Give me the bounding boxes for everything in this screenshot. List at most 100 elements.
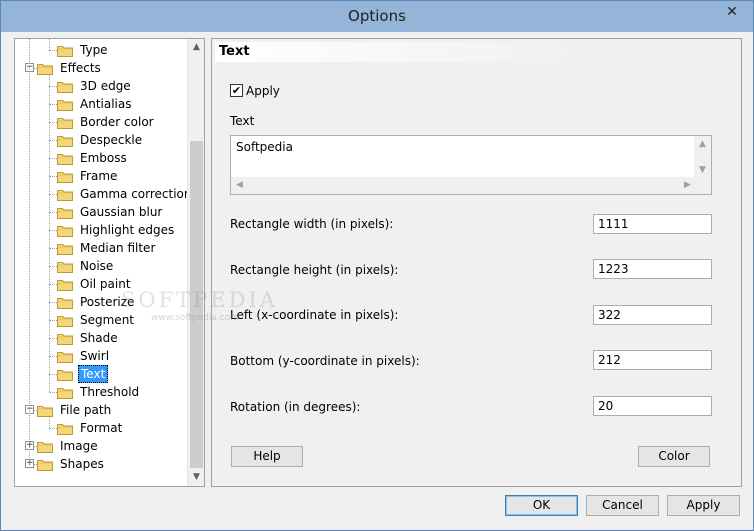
tree-scrollbar[interactable]: ▲ ▼: [187, 39, 204, 486]
tree-connector: [49, 140, 57, 141]
tree-item-label: Noise: [80, 259, 114, 273]
tree-list: Type − Effects 3D edge Antialias Border color…: [15, 39, 187, 486]
tree-item-label: Type: [80, 43, 108, 57]
tree-item-label: Gamma correction: [80, 187, 187, 201]
color-button[interactable]: Color: [638, 446, 710, 467]
tree-item-label: Threshold: [80, 385, 140, 399]
window-title: Options: [348, 7, 406, 25]
folder-icon: [57, 170, 73, 183]
tree-item-label: Border color: [80, 115, 154, 129]
folder-icon: [57, 188, 73, 201]
tree-connector: [49, 338, 57, 339]
scroll-up-icon[interactable]: ▲: [188, 39, 205, 56]
folder-icon: [57, 278, 73, 291]
tree-connector: [49, 428, 57, 429]
bottom-coordinate-label: Bottom (y-coordinate in pixels):: [230, 354, 420, 368]
rect-width-label: Rectangle width (in pixels):: [230, 217, 394, 231]
watermark-text: SOFTPEDIA: [121, 288, 278, 312]
folder-icon: [57, 422, 73, 435]
folder-icon: [57, 98, 73, 111]
tree-connector: [49, 248, 57, 249]
tree-connector: [49, 194, 57, 195]
tree-item-label: Antialias: [80, 97, 132, 111]
options-tree: Type − Effects 3D edge Antialias Border color…: [14, 38, 205, 487]
text-input[interactable]: Softpedia ▲ ▼ ◀ ▶: [230, 135, 712, 195]
panel-header: Text: [215, 42, 738, 62]
help-button[interactable]: Help: [231, 446, 303, 467]
text-input-value: Softpedia: [236, 140, 293, 154]
folder-icon: [37, 404, 53, 417]
folder-icon: [57, 134, 73, 147]
folder-icon: [37, 440, 53, 453]
tree-item-label: Swirl: [80, 349, 110, 363]
folder-icon: [57, 368, 73, 381]
tree-connector: [49, 104, 57, 105]
tree-item-label: Shade: [80, 331, 118, 345]
left-coordinate-input[interactable]: 322: [593, 305, 712, 325]
folder-icon: [57, 152, 73, 165]
rect-width-input[interactable]: 1111: [593, 214, 712, 234]
text-horizontal-scrollbar[interactable]: ◀ ▶: [231, 177, 696, 194]
close-button[interactable]: ✕: [717, 1, 747, 23]
rotation-input[interactable]: 20: [593, 396, 712, 416]
text-scroll-left-icon[interactable]: ◀: [231, 177, 248, 194]
tree-connector: [49, 39, 50, 50]
folder-icon: [57, 242, 73, 255]
tree-connector: [49, 86, 57, 87]
tree-item-label: Median filter: [80, 241, 156, 255]
title-bar[interactable]: Options ✕: [1, 1, 753, 32]
folder-icon: [37, 458, 53, 471]
apply-checkbox[interactable]: ✔: [230, 84, 243, 97]
ok-button[interactable]: OK: [505, 495, 578, 516]
rotation-label: Rotation (in degrees):: [230, 400, 361, 414]
tree-item-label: Despeckle: [80, 133, 143, 147]
options-window: Options ✕ Type − Effects 3D edge Antialias Bo…: [0, 0, 754, 531]
tree-connector: [49, 176, 57, 177]
folder-icon: [57, 116, 73, 129]
tree-connector: [49, 320, 57, 321]
cancel-button[interactable]: Cancel: [586, 495, 659, 516]
folder-icon: [37, 62, 53, 75]
watermark-url: www.softpedia.com: [151, 313, 239, 323]
tree-item-label: Format: [80, 421, 123, 435]
tree-connector: [49, 122, 57, 123]
text-vertical-scrollbar[interactable]: ▲ ▼: [694, 136, 711, 179]
checkmark-icon: ✔: [231, 84, 242, 97]
text-label: Text: [230, 114, 255, 128]
tree-item-label: Frame: [80, 169, 118, 183]
apply-button[interactable]: Apply: [667, 495, 740, 516]
rect-height-input[interactable]: 1223: [593, 259, 712, 279]
bottom-coordinate-input[interactable]: 212: [593, 350, 712, 370]
tree-connector: [29, 39, 30, 464]
folder-icon: [57, 332, 73, 345]
tree-item-label: Image: [60, 439, 98, 453]
tree-item-label: Segment: [80, 313, 134, 327]
folder-icon: [57, 386, 73, 399]
close-icon: ✕: [726, 4, 738, 20]
tree-connector: [49, 374, 57, 375]
tree-connector: [49, 230, 57, 231]
folder-icon: [57, 206, 73, 219]
tree-item-label: Effects: [60, 61, 101, 75]
tree-connector: [49, 50, 57, 51]
apply-checkbox-label[interactable]: Apply: [246, 83, 280, 99]
tree-connector: [49, 212, 57, 213]
scroll-corner: [694, 177, 711, 194]
tree-connector: [49, 266, 57, 267]
scroll-down-icon[interactable]: ▼: [188, 469, 205, 486]
tree-item-label: Emboss: [80, 151, 127, 165]
folder-icon: [57, 224, 73, 237]
tree-item-label: Text: [78, 365, 109, 383]
text-scroll-up-icon[interactable]: ▲: [694, 136, 711, 153]
tree-connector: [49, 302, 57, 303]
tree-connector: [49, 392, 57, 393]
tree-connector: [49, 74, 50, 392]
tree-connector: [49, 416, 50, 428]
tree-connector: [49, 356, 57, 357]
text-settings-panel: Text ✔ Apply Text Softpedia ▲ ▼ ◀ ▶ Rect…: [211, 38, 742, 487]
tree-item-label: Gaussian blur: [80, 205, 163, 219]
folder-icon: [57, 314, 73, 327]
folder-icon: [57, 260, 73, 273]
folder-icon: [57, 296, 73, 309]
tree-connector: [49, 284, 57, 285]
